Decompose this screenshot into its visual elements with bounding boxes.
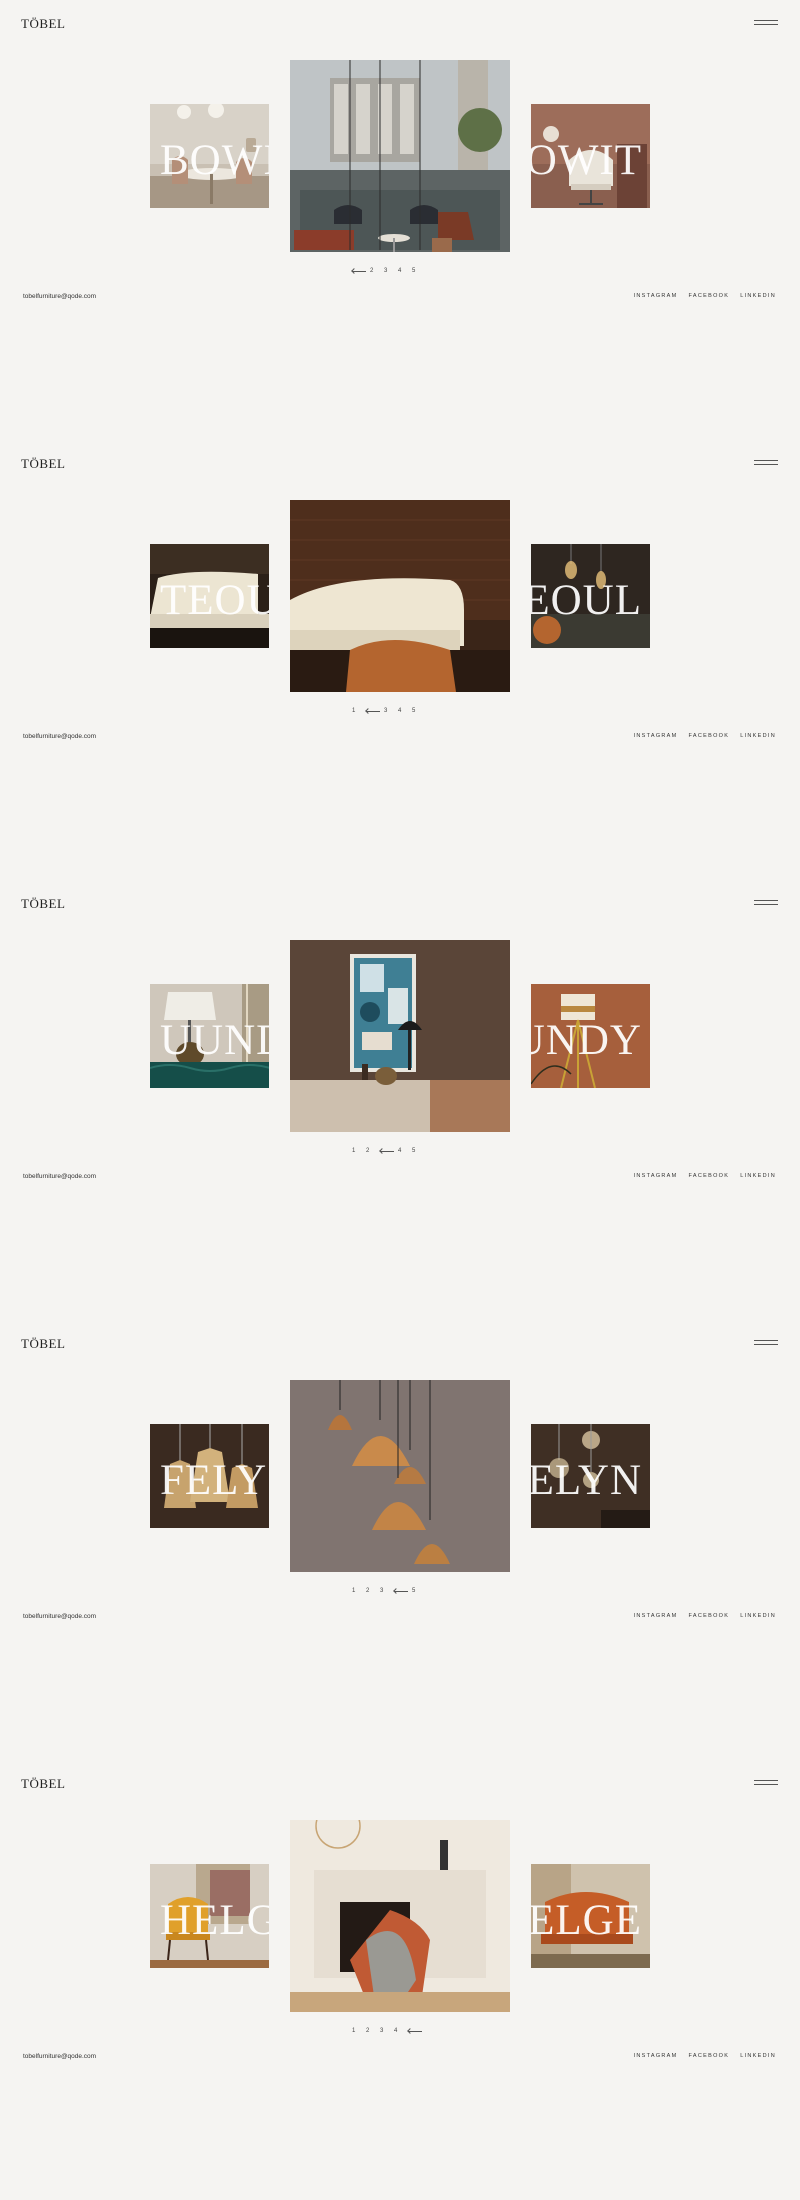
footer-email-link[interactable]: tobelfurniture@qode.com [23,293,96,300]
pager-item[interactable]: 1 [352,2025,355,2037]
thumbnail-right[interactable] [531,984,650,1088]
pager-active-arrow-icon[interactable] [380,1145,394,1157]
social-link-instagram[interactable]: INSTAGRAM [634,1173,678,1179]
cream-sofa-photo [150,544,269,648]
pager-item[interactable]: 2 [366,1145,369,1157]
yellow-armchair-photo [150,1864,269,1968]
social-link-linkedin[interactable]: LINKEDIN [740,2053,776,2059]
logo[interactable]: TÖBEL [21,1776,65,1792]
pager-active-arrow-icon[interactable] [408,2025,422,2037]
main-image[interactable] [290,1820,510,2012]
logo[interactable]: TÖBEL [21,1336,65,1352]
armchair-corner-photo [531,104,650,208]
hamburger-menu-icon[interactable] [754,459,778,467]
social-link-linkedin[interactable]: LINKEDIN [740,293,776,299]
thumbnail-left[interactable] [150,1864,269,1968]
pager-item[interactable]: 2 [370,265,373,277]
orange-armchair-photo [531,1864,650,1968]
slider-screen: TÖBEL FELY FELYN 1235 tobelfurniture@qod… [0,1320,800,1760]
social-link-facebook[interactable]: FACEBOOK [689,293,730,299]
thumbnail-left[interactable] [150,1424,269,1528]
social-links: INSTAGRAM FACEBOOK LINKEDIN [623,1173,776,1179]
tripod-floor-lamp-photo [531,984,650,1088]
pager-item[interactable]: 1 [352,1585,355,1597]
slider-screen: TÖBEL UUNDY UUNDY 1245 tobelfurniture@qo… [0,880,800,1320]
hamburger-menu-icon[interactable] [754,19,778,27]
page: TÖBEL BOWI BOWIT 2345 tobelfurniture@qod… [0,0,800,2200]
footer-email-link[interactable]: tobelfurniture@qode.com [23,1173,96,1180]
logo[interactable]: TÖBEL [21,896,65,912]
glass-globe-pendants-photo [531,1424,650,1528]
main-image[interactable] [290,940,510,1132]
pager-active-arrow-icon[interactable] [352,265,366,277]
pager-item[interactable]: 5 [412,1145,415,1157]
thumbnail-left[interactable] [150,104,269,208]
social-link-instagram[interactable]: INSTAGRAM [634,733,678,739]
main-image[interactable] [290,1380,510,1572]
social-link-facebook[interactable]: FACEBOOK [689,733,730,739]
pager-item[interactable]: 3 [384,265,387,277]
copper-pendant-lamps-photo [290,1380,510,1572]
slider-screen: TÖBEL HELGE HELGE 1234 tobelfurniture@qo… [0,1760,800,2200]
dining-room-photo [150,104,269,208]
social-link-linkedin[interactable]: LINKEDIN [740,1173,776,1179]
console-table-artwork-photo [290,940,510,1132]
slider-screen: TÖBEL BOWI BOWIT 2345 tobelfurniture@qod… [0,0,800,440]
pager-item[interactable]: 4 [398,265,401,277]
pendant-bulbs-photo [531,544,650,648]
social-link-instagram[interactable]: INSTAGRAM [634,2053,678,2059]
thumbnail-left[interactable] [150,984,269,1088]
pager-item[interactable]: 2 [366,1585,369,1597]
footer-email-link[interactable]: tobelfurniture@qode.com [23,733,96,740]
social-link-facebook[interactable]: FACEBOOK [689,1613,730,1619]
slider-screen: TÖBEL TEOU TEOUL 1345 tobelfurniture@qod… [0,440,800,880]
thumbnail-right[interactable] [531,104,650,208]
pager-item[interactable]: 4 [398,1145,401,1157]
pager-item[interactable]: 3 [384,705,387,717]
pager-item[interactable]: 5 [412,705,415,717]
pager-item[interactable]: 5 [412,265,415,277]
pager-item[interactable]: 2 [366,2025,369,2037]
footer-email-link[interactable]: tobelfurniture@qode.com [23,1613,96,1620]
hamburger-menu-icon[interactable] [754,1779,778,1787]
social-links: INSTAGRAM FACEBOOK LINKEDIN [623,293,776,299]
building-lobby-lounge-photo [290,60,510,252]
pager-item[interactable]: 4 [394,2025,397,2037]
pager-item[interactable]: 1 [352,705,355,717]
social-link-facebook[interactable]: FACEBOOK [689,2053,730,2059]
social-link-instagram[interactable]: INSTAGRAM [634,293,678,299]
logo[interactable]: TÖBEL [21,456,65,472]
hamburger-menu-icon[interactable] [754,899,778,907]
social-link-linkedin[interactable]: LINKEDIN [740,1613,776,1619]
thumbnail-right[interactable] [531,1864,650,1968]
hamburger-menu-icon[interactable] [754,1339,778,1347]
table-lamp-photo [150,984,269,1088]
thumbnail-right[interactable] [531,1424,650,1528]
wooden-pendants-photo [150,1424,269,1528]
main-image[interactable] [290,60,510,252]
pager-item[interactable]: 1 [352,1145,355,1157]
social-link-linkedin[interactable]: LINKEDIN [740,733,776,739]
cream-sofa-orange-chair-photo [290,500,510,692]
fireplace-lounge-chair-photo [290,1820,510,2012]
thumbnail-left[interactable] [150,544,269,648]
logo[interactable]: TÖBEL [21,16,65,32]
main-image[interactable] [290,500,510,692]
thumbnail-right[interactable] [531,544,650,648]
pager-item[interactable]: 4 [398,705,401,717]
pager-item[interactable]: 3 [380,1585,383,1597]
social-links: INSTAGRAM FACEBOOK LINKEDIN [623,733,776,739]
pager-active-arrow-icon[interactable] [394,1585,408,1597]
social-link-facebook[interactable]: FACEBOOK [689,1173,730,1179]
pager-item[interactable]: 3 [380,2025,383,2037]
pager-active-arrow-icon[interactable] [366,705,380,717]
footer-email-link[interactable]: tobelfurniture@qode.com [23,2053,96,2060]
social-links: INSTAGRAM FACEBOOK LINKEDIN [623,2053,776,2059]
pager-item[interactable]: 5 [412,1585,415,1597]
social-link-instagram[interactable]: INSTAGRAM [634,1613,678,1619]
social-links: INSTAGRAM FACEBOOK LINKEDIN [623,1613,776,1619]
